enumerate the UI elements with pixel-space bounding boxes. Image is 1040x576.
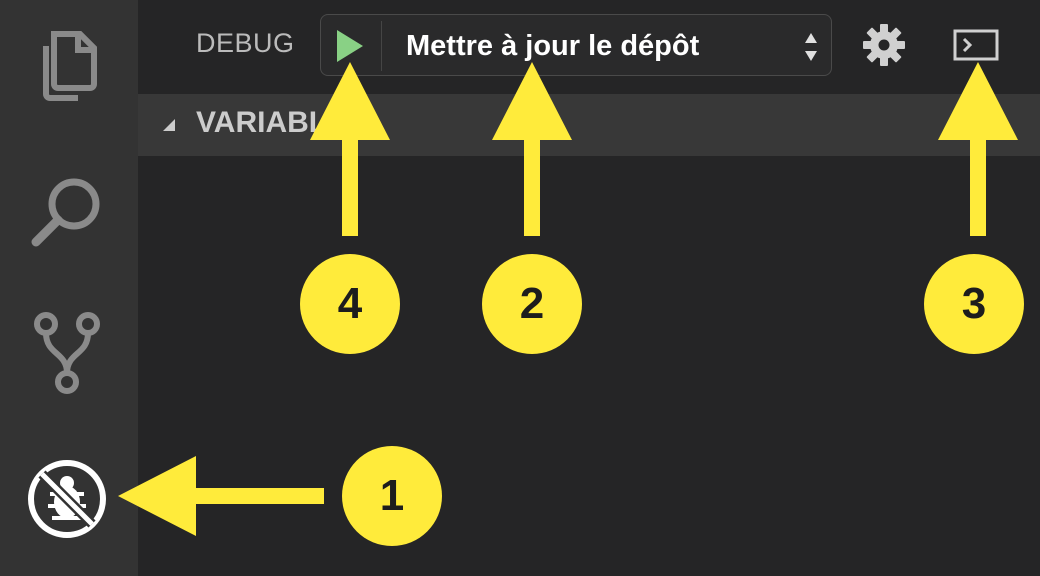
search-icon[interactable] bbox=[28, 174, 104, 250]
debug-config-bar: Mettre à jour le dépôt bbox=[320, 14, 832, 76]
callout-3: 3 bbox=[961, 279, 987, 328]
start-debugging-button[interactable] bbox=[335, 29, 365, 63]
debug-sidebar: DEBUG Mettre à jour le dépôt VARIABLES bbox=[138, 0, 1040, 576]
divider bbox=[381, 21, 382, 71]
launch-config-select[interactable]: Mettre à jour le dépôt bbox=[406, 30, 699, 63]
select-arrows-icon bbox=[805, 33, 817, 61]
callout-2: 2 bbox=[519, 279, 545, 328]
gear-icon[interactable] bbox=[862, 23, 906, 67]
section-title: VARIABLES bbox=[196, 106, 368, 139]
activity-bar bbox=[0, 0, 138, 576]
callout-1: 1 bbox=[379, 471, 405, 520]
source-control-icon[interactable] bbox=[32, 310, 102, 396]
variables-section-header[interactable]: VARIABLES bbox=[138, 94, 1040, 156]
files-icon[interactable] bbox=[36, 30, 98, 102]
callout-4: 4 bbox=[337, 279, 363, 328]
caret-down-icon bbox=[163, 119, 175, 131]
debug-console-icon[interactable] bbox=[953, 28, 999, 62]
debug-icon[interactable] bbox=[26, 458, 108, 540]
panel-title: DEBUG bbox=[196, 28, 295, 58]
